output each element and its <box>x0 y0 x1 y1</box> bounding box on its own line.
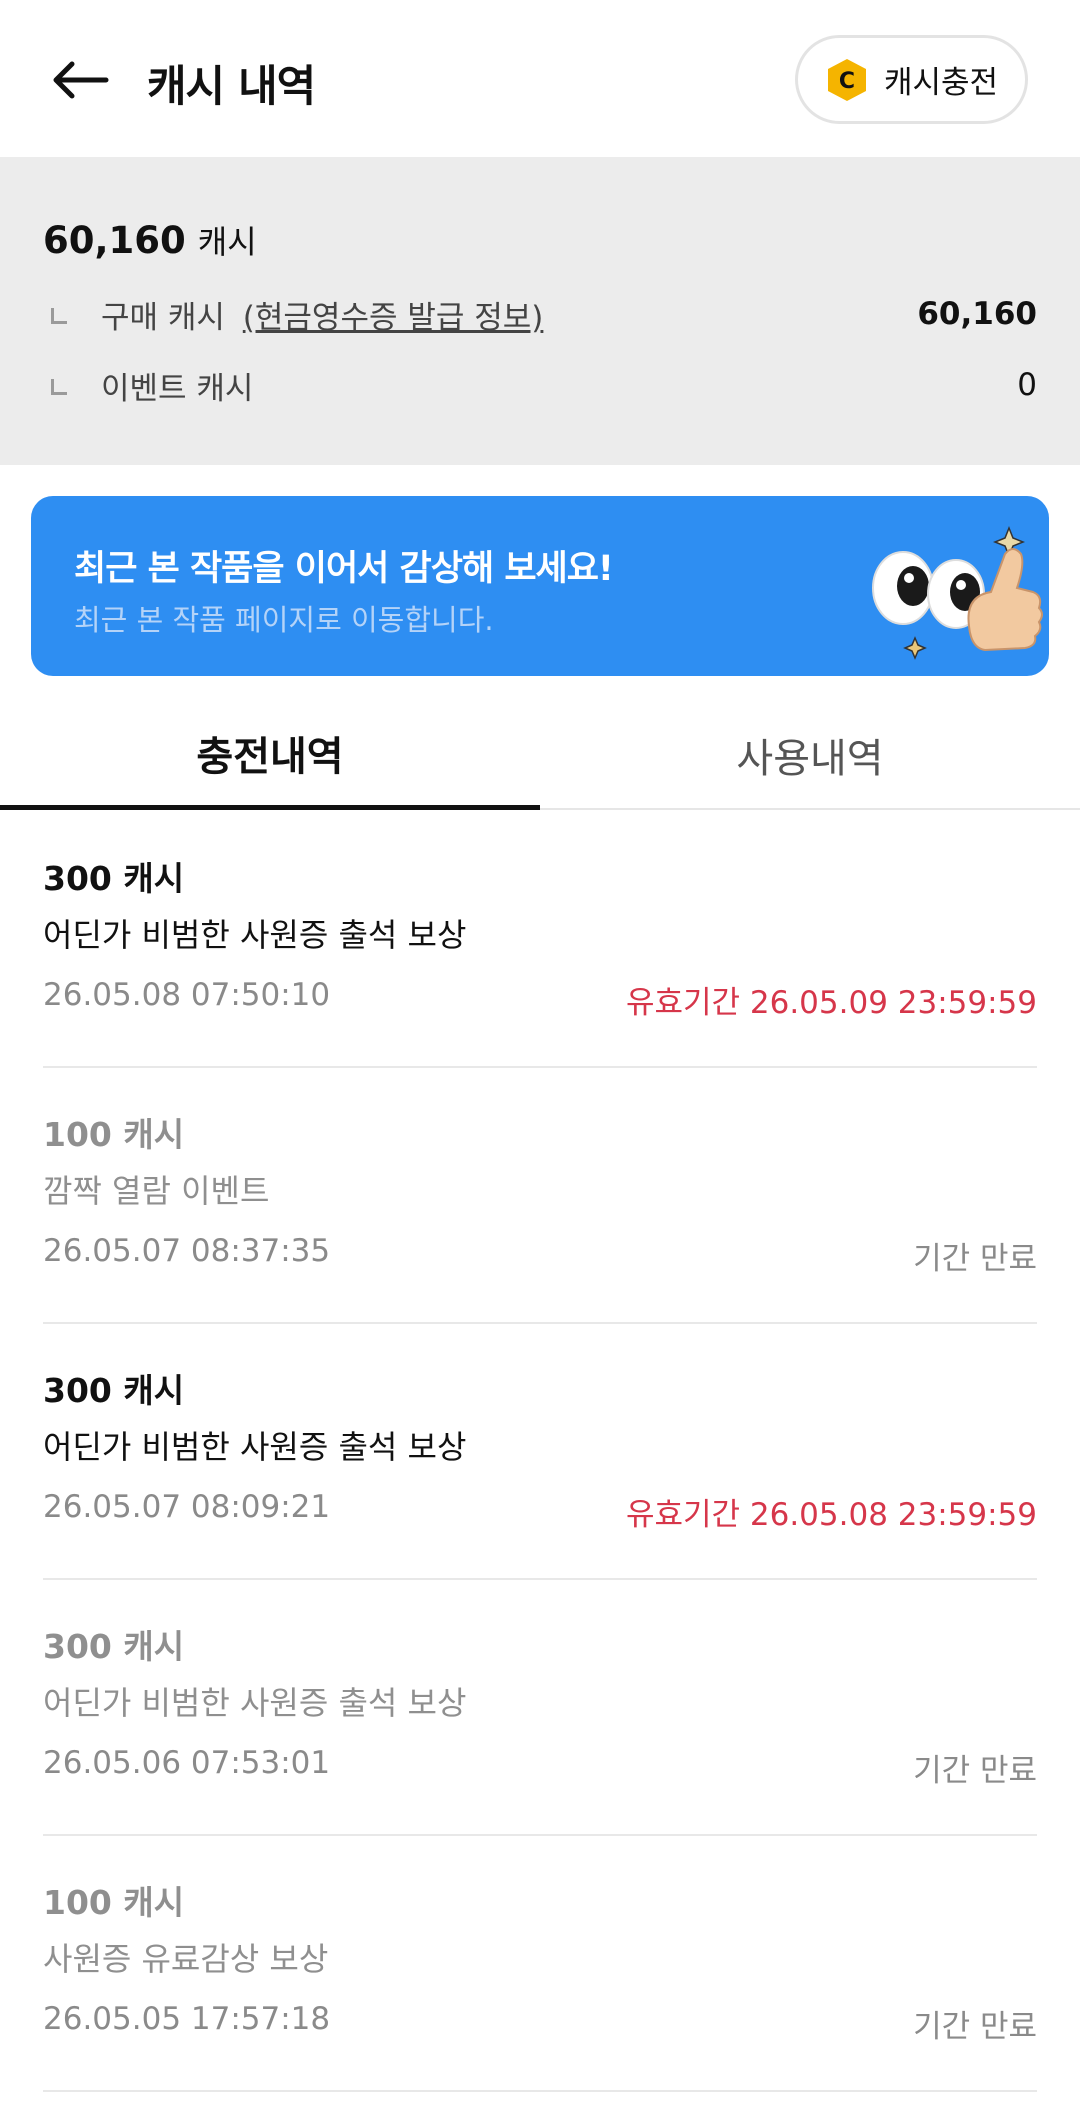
event-cash-value: 0 <box>1017 367 1037 403</box>
app-header: 캐시 내역 C 캐시충전 <box>0 0 1080 157</box>
item-date: 26.05.07 08:09:21 <box>43 1489 331 1525</box>
charge-history-list: 300 캐시 어딘가 비범한 사원증 출석 보상 26.05.08 07:50:… <box>43 812 1037 2092</box>
item-amount: 100 캐시 <box>43 1883 185 1922</box>
item-description: 사원증 유료감상 보상 <box>43 1940 329 1978</box>
list-item: 100 캐시 깜짝 열람 이벤트 26.05.07 08:37:35 기간 만료 <box>43 1068 1037 1324</box>
purchase-cash-row: 구매 캐시 (현금영수증 발급 정보) 60,160 <box>43 289 1037 339</box>
cash-charge-button[interactable]: C 캐시충전 <box>795 35 1028 124</box>
arrow-left-icon <box>53 61 109 99</box>
list-item: 300 캐시 어딘가 비범한 사원증 출석 보상 26.05.08 07:50:… <box>43 812 1037 1068</box>
cash-coin-icon: C <box>824 57 870 103</box>
item-description: 어딘가 비범한 사원증 출석 보상 <box>43 1428 467 1466</box>
item-status: 기간 만료 <box>913 1241 1037 1277</box>
item-amount: 300 캐시 <box>43 859 185 898</box>
item-date: 26.05.08 07:50:10 <box>43 977 331 1013</box>
tab-usage-history[interactable]: 사용내역 <box>540 700 1080 810</box>
tab-charge-history[interactable]: 충전내역 <box>0 700 540 810</box>
total-cash-value: 60,160 <box>43 219 186 262</box>
item-status: 기간 만료 <box>913 1753 1037 1789</box>
recent-works-banner[interactable]: 최근 본 작품을 이어서 감상해 보세요! 최근 본 작품 페이지로 이동합니다… <box>31 496 1049 676</box>
purchase-cash-value: 60,160 <box>917 296 1037 332</box>
item-amount: 300 캐시 <box>43 1627 185 1666</box>
total-cash-unit: 캐시 <box>197 223 257 261</box>
item-amount: 100 캐시 <box>43 1115 185 1154</box>
item-status: 유효기간 26.05.08 23:59:59 <box>625 1497 1037 1533</box>
sub-item-corner-icon <box>51 379 67 395</box>
balance-summary: 60,160 캐시 구매 캐시 (현금영수증 발급 정보) 60,160 이벤트… <box>0 157 1080 465</box>
item-description: 깜짝 열람 이벤트 <box>43 1172 270 1210</box>
event-cash-label: 이벤트 캐시 <box>101 370 254 407</box>
item-date: 26.05.05 17:57:18 <box>43 2001 331 2037</box>
list-item: 100 캐시 사원증 유료감상 보상 26.05.05 17:57:18 기간 … <box>43 1836 1037 2092</box>
list-item: 300 캐시 어딘가 비범한 사원증 출석 보상 26.05.06 07:53:… <box>43 1580 1037 1836</box>
total-cash: 60,160 캐시 <box>43 217 257 263</box>
svg-text:C: C <box>839 69 855 94</box>
cash-charge-label: 캐시충전 <box>884 65 999 101</box>
item-status: 유효기간 26.05.09 23:59:59 <box>625 985 1037 1021</box>
cash-receipt-link[interactable]: (현금영수증 발급 정보) <box>243 300 544 336</box>
item-description: 어딘가 비범한 사원증 출석 보상 <box>43 1684 467 1722</box>
back-button[interactable] <box>50 50 120 110</box>
page-title: 캐시 내역 <box>147 62 316 112</box>
purchase-cash-label: 구매 캐시 <box>101 299 225 336</box>
item-status: 기간 만료 <box>913 2009 1037 2045</box>
banner-title: 최근 본 작품을 이어서 감상해 보세요! <box>74 549 614 589</box>
item-date: 26.05.06 07:53:01 <box>43 1745 331 1781</box>
eyes-thumbs-up-mascot-icon <box>872 525 1043 660</box>
event-cash-row: 이벤트 캐시 0 <box>43 360 1037 410</box>
item-amount: 300 캐시 <box>43 1371 185 1410</box>
history-tabs: 충전내역 사용내역 <box>0 700 1080 810</box>
banner-subtitle: 최근 본 작품 페이지로 이동합니다. <box>74 603 494 637</box>
list-item: 300 캐시 어딘가 비범한 사원증 출석 보상 26.05.07 08:09:… <box>43 1324 1037 1580</box>
sub-item-corner-icon <box>51 308 67 324</box>
item-description: 어딘가 비범한 사원증 출석 보상 <box>43 916 467 954</box>
item-date: 26.05.07 08:37:35 <box>43 1233 331 1269</box>
